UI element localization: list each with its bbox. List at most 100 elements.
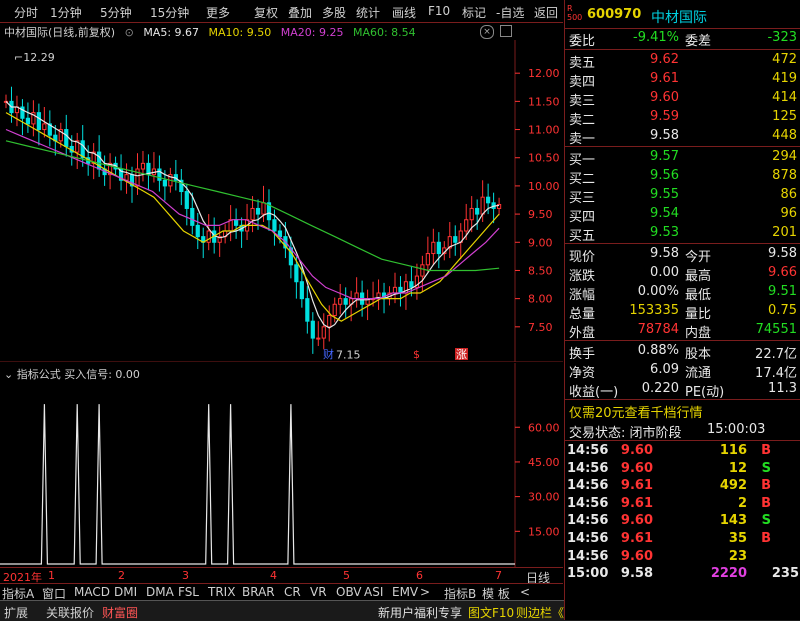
tick-time: 14:56 [567, 443, 609, 458]
ask-row[interactable]: 卖三 9.60 414 [565, 89, 800, 109]
promo-text[interactable]: 仅需20元查看千档行情 [569, 402, 703, 421]
tab-1min[interactable]: 1分钟 [50, 4, 82, 21]
stat-row[interactable]: 现价 9.58 今开 9.58 [565, 245, 800, 265]
ask-volume: 414 [772, 90, 797, 105]
y-tick-label: 12.00 [528, 67, 560, 80]
tick-price: 9.60 [620, 548, 653, 564]
tick-row[interactable]: 14:56 9.60 23 [565, 548, 800, 565]
tick-row[interactable]: 14:56 9.61 2 B [565, 495, 800, 512]
mark-button[interactable]: 标记 [462, 4, 486, 21]
candle-body [294, 264, 299, 283]
tick-time: 14:56 [567, 513, 609, 529]
indicator-tab[interactable]: EMV [392, 585, 418, 599]
fuquan-button[interactable]: 复权 [254, 4, 278, 21]
tick-row[interactable]: 14:56 9.61 492 B [565, 477, 800, 494]
month-label: 4 [270, 569, 277, 582]
candlestick-chart[interactable]: 7.50 8.00 8.50 9.00 9.50 10.00 10.50 11.00 11.50… [0, 40, 563, 362]
bid-row[interactable]: 买三 9.55 86 [565, 186, 800, 206]
close-icon[interactable]: × [480, 25, 494, 39]
weicha-label: 委差 [685, 34, 712, 49]
stat-value: 9.51 [768, 284, 797, 299]
stock-header: R 500 600970 中材国际 [565, 4, 800, 26]
wealth-circle-button[interactable]: 财富圈 [102, 604, 138, 621]
stats-button[interactable]: 统计 [356, 4, 380, 21]
candle-body [343, 298, 348, 305]
overlay-button[interactable]: 叠加 [288, 4, 312, 21]
trade-status: 交易状态: 闭市阶段 [569, 426, 682, 441]
tick-row[interactable]: 15:00 9.58 2220 235 [565, 565, 800, 582]
indicator-tab[interactable]: TRIX [208, 585, 235, 599]
stat-label: 今开 [685, 250, 712, 265]
candle-body [321, 326, 326, 339]
tick-volume: 35 [728, 531, 747, 546]
ask-row[interactable]: 卖一 9.58 448 [565, 127, 800, 147]
maximize-icon[interactable] [500, 25, 512, 37]
new-user-promo[interactable]: 新用户福利专享 [378, 604, 462, 621]
tick-row[interactable]: 14:56 9.60 143 S [565, 512, 800, 529]
bid-row[interactable]: 买一 9.57 294 [565, 148, 800, 168]
ask-volume: 419 [772, 71, 797, 86]
candle-body [195, 224, 200, 238]
indicator-tab[interactable]: VR [310, 585, 327, 599]
indicator-tab[interactable]: > [420, 585, 430, 599]
draw-line-button[interactable]: 画线 [392, 4, 416, 21]
tab-15min[interactable]: 15分钟 [150, 4, 189, 21]
candle-body [299, 281, 304, 300]
stat-label: 最高 [685, 269, 712, 284]
finance-row[interactable]: 收益(一) 0.220 PE(动) 11.3 [565, 380, 800, 400]
finance-row[interactable]: 净资 6.09 流通 17.4亿 [565, 361, 800, 381]
promo-row[interactable]: 仅需20元查看千档行情 [565, 401, 800, 421]
related-quote-button[interactable]: 关联报价 [46, 604, 94, 621]
bid-row[interactable]: 买四 9.54 96 [565, 205, 800, 225]
quote-panel: R 500 600970 中材国际 委比 -9.41% 委差 -323 卖五 9.6… [564, 0, 800, 620]
stat-row[interactable]: 外盘 78784 内盘 74551 [565, 321, 800, 341]
tick-row[interactable]: 14:56 9.60 116 B [565, 442, 800, 459]
expand-button[interactable]: 扩展 [4, 604, 28, 621]
indicator-chart[interactable]: 15.00 30.00 45.00 60.00 [0, 363, 563, 568]
f10-graphic-button[interactable]: 图文F10 [468, 604, 514, 621]
stat-row[interactable]: 涨幅 0.00% 最低 9.51 [565, 283, 800, 303]
candle-body [250, 207, 255, 221]
indicator-tab[interactable]: DMA [146, 585, 174, 599]
finance-label: 换手 [569, 347, 596, 362]
y-tick-label: 10.00 [528, 180, 560, 193]
stat-row[interactable]: 总量 153335 量比 0.75 [565, 302, 800, 322]
candle-body [64, 129, 69, 147]
bid-row[interactable]: 买五 9.53 201 [565, 224, 800, 244]
f10-button[interactable]: F10 [428, 4, 450, 18]
indicator-tab[interactable]: FSL [178, 585, 199, 599]
ask-row[interactable]: 卖五 9.62 472 [565, 51, 800, 71]
bid-row[interactable]: 买二 9.56 878 [565, 167, 800, 187]
stat-row[interactable]: 涨跌 0.00 最高 9.66 [565, 264, 800, 284]
ma10-label: MA10: 9.50 [208, 26, 272, 39]
indicator-tab[interactable]: OBV [336, 585, 362, 599]
back-button[interactable]: 返回 [534, 4, 558, 21]
tick-row[interactable]: 14:56 9.61 35 B [565, 530, 800, 547]
candle-body [332, 303, 337, 317]
tab-5min[interactable]: 5分钟 [100, 4, 132, 21]
indicator-tab[interactable]: ASI [364, 585, 383, 599]
ma60-label: MA60: 8.54 [352, 26, 416, 39]
indicator-tab[interactable]: < [520, 585, 530, 599]
stat-label: 现价 [569, 250, 596, 265]
indicator-tab[interactable]: DMI [114, 585, 137, 599]
sidebar-toggle[interactable]: 则边栏《 [516, 604, 564, 621]
settings-icon[interactable]: ⊙ [125, 26, 134, 39]
ask-row[interactable]: 卖四 9.61 419 [565, 70, 800, 90]
finance-value: 11.3 [768, 381, 797, 396]
ask-row[interactable]: 卖二 9.59 125 [565, 108, 800, 128]
finance-row[interactable]: 换手 0.88% 股本 22.7亿 [565, 342, 800, 362]
candle-body [469, 207, 474, 221]
dividend-badge: $ [413, 348, 420, 361]
tab-more[interactable]: 更多 [206, 4, 230, 21]
indicator-tab[interactable]: BRAR [242, 585, 275, 599]
candle-body [425, 253, 430, 266]
multi-stock-button[interactable]: 多股 [322, 4, 346, 21]
indicator-tab[interactable]: CR [284, 585, 301, 599]
tick-side: B [761, 495, 771, 511]
add-watchlist-button[interactable]: -自选 [496, 4, 524, 21]
r-badge-icon: R 500 [567, 4, 583, 22]
tab-fenshi[interactable]: 分时 [14, 4, 38, 21]
indicator-tab[interactable]: MACD [74, 585, 110, 599]
tick-row[interactable]: 14:56 9.60 12 S [565, 460, 800, 477]
